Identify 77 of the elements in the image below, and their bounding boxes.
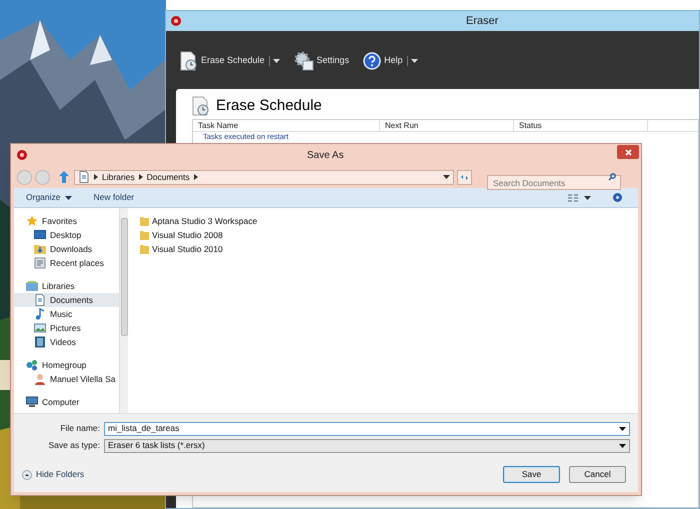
monitor-icon <box>34 229 46 241</box>
star-icon <box>26 215 38 227</box>
help-icon <box>363 52 382 70</box>
refresh-button[interactable] <box>457 170 472 184</box>
nav-item[interactable]: Homegroup <box>14 358 119 372</box>
column-header[interactable]: Task Name <box>193 120 380 131</box>
column-header[interactable]: Next Run <box>380 120 514 131</box>
scrollbar[interactable] <box>119 208 128 413</box>
field-label: Save as type: <box>47 439 100 452</box>
caret-icon <box>272 59 280 63</box>
computer-icon <box>26 396 38 408</box>
gear-icon <box>294 51 314 71</box>
nav-item[interactable]: Documents <box>14 293 119 307</box>
search-icon <box>608 173 616 181</box>
folder-item[interactable]: Visual Studio 2008 <box>140 228 638 242</box>
hide-folders-button[interactable]: Hide Folders <box>22 468 84 481</box>
nav-item[interactable]: Manuel Vilella Sa <box>14 372 119 386</box>
app-icon <box>17 150 27 160</box>
dropdown-button[interactable] <box>406 56 418 66</box>
toolbar-button[interactable]: Help <box>363 52 403 70</box>
collapse-icon <box>22 470 32 480</box>
nav-item[interactable]: Recent places <box>14 256 119 270</box>
document-clock-icon <box>180 51 198 71</box>
help-icon[interactable] <box>613 193 622 202</box>
chevron-icon <box>138 174 143 180</box>
dialog-button[interactable]: Save <box>503 466 560 483</box>
folder-item[interactable]: Aptana Studio 3 Workspace <box>140 214 638 228</box>
folder-item[interactable]: Visual Studio 2010 <box>140 242 638 256</box>
close-button[interactable] <box>617 145 639 159</box>
breadcrumb-item[interactable]: Libraries <box>102 170 135 184</box>
document-clock-icon <box>192 96 210 116</box>
nav-item[interactable]: Desktop <box>14 228 119 242</box>
dialog-button[interactable]: Cancel <box>569 466 626 483</box>
homegroup-icon <box>26 359 38 371</box>
page-heading: Erase Schedule <box>216 96 322 116</box>
dialog-title: Save As <box>307 148 344 162</box>
file-type-dropdown[interactable]: Eraser 6 task lists (*.ersx) <box>104 438 630 452</box>
user-icon <box>34 373 46 385</box>
caret-icon <box>584 196 591 200</box>
document-icon <box>34 294 46 306</box>
caret-icon <box>443 175 450 179</box>
close-icon <box>624 148 632 156</box>
window-title: Eraser <box>466 14 498 29</box>
column-header[interactable]: Status <box>514 120 648 131</box>
chevron-icon <box>94 174 98 180</box>
toolbar-button[interactable]: Settings <box>294 51 350 71</box>
file-name-field[interactable]: mi_lista_de_tareas <box>104 422 630 436</box>
nav-item[interactable]: Music <box>14 307 119 321</box>
dropdown-button[interactable] <box>268 56 280 66</box>
recent-places-icon <box>34 257 46 269</box>
nav-item[interactable]: Libraries <box>14 279 119 293</box>
film-icon <box>34 336 46 348</box>
up-arrow-icon[interactable] <box>59 171 69 183</box>
field-label: File name: <box>59 422 100 435</box>
refresh-icon <box>460 174 469 180</box>
address-bar[interactable]: Libraries Documents <box>74 170 454 184</box>
picture-icon <box>34 322 46 334</box>
command-button[interactable]: Organize <box>26 191 72 204</box>
nav-item[interactable]: Favorites <box>14 214 119 228</box>
music-note-icon <box>34 308 46 320</box>
library-icon <box>26 280 38 292</box>
nav-item[interactable]: Videos <box>14 335 119 349</box>
chevron-icon <box>194 174 198 180</box>
app-icon <box>171 16 181 26</box>
caret-icon <box>410 59 418 63</box>
nav-item[interactable]: Pictures <box>14 321 119 335</box>
command-button[interactable]: New folder <box>94 191 134 204</box>
breadcrumb-item[interactable]: Documents <box>146 170 190 184</box>
nav-item[interactable]: Downloads <box>14 242 119 256</box>
folder-arrow-icon <box>34 243 46 255</box>
caret-icon <box>619 426 626 430</box>
document-icon <box>78 171 90 183</box>
nav-item[interactable]: Computer <box>14 395 119 409</box>
caret-icon <box>619 444 626 448</box>
search-field[interactable]: Search Documents <box>487 175 621 190</box>
toolbar-button[interactable]: Erase Schedule <box>180 51 265 71</box>
view-icon[interactable] <box>568 194 578 202</box>
